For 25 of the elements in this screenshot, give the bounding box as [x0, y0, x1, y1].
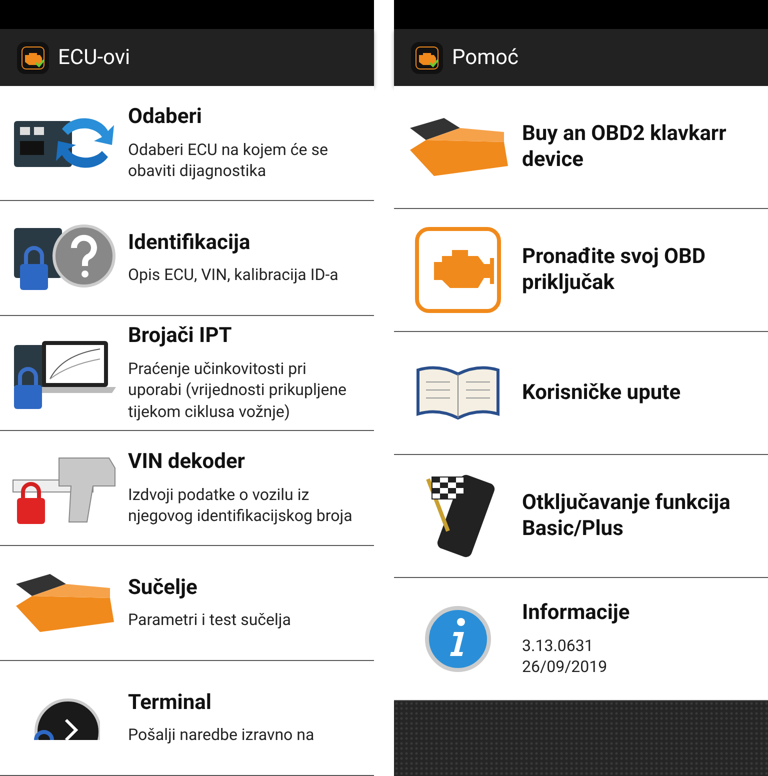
- menu-item-title[interactable]: Pronađite svoj OBD priključak: [522, 244, 750, 296]
- menu-item-title[interactable]: Brojači IPT: [128, 323, 356, 350]
- menu-item-title[interactable]: Korisničke upute: [522, 380, 750, 406]
- menu-item-description: Pošalji naredbe izravno na: [128, 724, 316, 746]
- menu-item-description: Opis ECU, VIN, kalibracija ID-a: [128, 264, 340, 286]
- info-icon: [424, 605, 492, 673]
- menu-item-title[interactable]: VIN dekoder: [128, 449, 356, 476]
- version-info-text: 3.13.0631: [522, 634, 594, 656]
- menu-item-title[interactable]: Informacije: [522, 600, 750, 627]
- menu-item-title[interactable]: Odaberi: [128, 104, 356, 131]
- menu-item-title[interactable]: Identifikacija: [128, 230, 356, 256]
- version-info-text: 26/09/2019: [522, 656, 608, 678]
- menu-item-description: Parametri i test sučelja: [128, 609, 292, 631]
- menu-item-title[interactable]: Otključavanje funkcija Basic/Plus: [522, 490, 750, 542]
- screen-title: Pomoć: [452, 46, 518, 70]
- app-logo-icon: [16, 40, 50, 74]
- menu-item-title[interactable]: Terminal: [128, 690, 356, 716]
- menu-item-description: Praćenje učinkovitosti pri uporabi (vrijednosti prikupljene tijekom ciklusa vožnje): [128, 358, 348, 423]
- app-logo-icon: [410, 40, 444, 74]
- menu-item-description: Odaberi ECU na kojem će se obaviti dijagnostika: [128, 138, 329, 182]
- menu-item-title[interactable]: Buy an OBD2 klavkarr device: [522, 120, 750, 174]
- engine-warning-icon: [414, 226, 502, 314]
- screen-title: ECU-ovi: [58, 46, 130, 70]
- menu-item-title[interactable]: Sučelje: [128, 575, 356, 602]
- menu-item-description: Izdvoji podatke o vozilu iz njegovog identifikacijskog broja: [128, 484, 354, 527]
